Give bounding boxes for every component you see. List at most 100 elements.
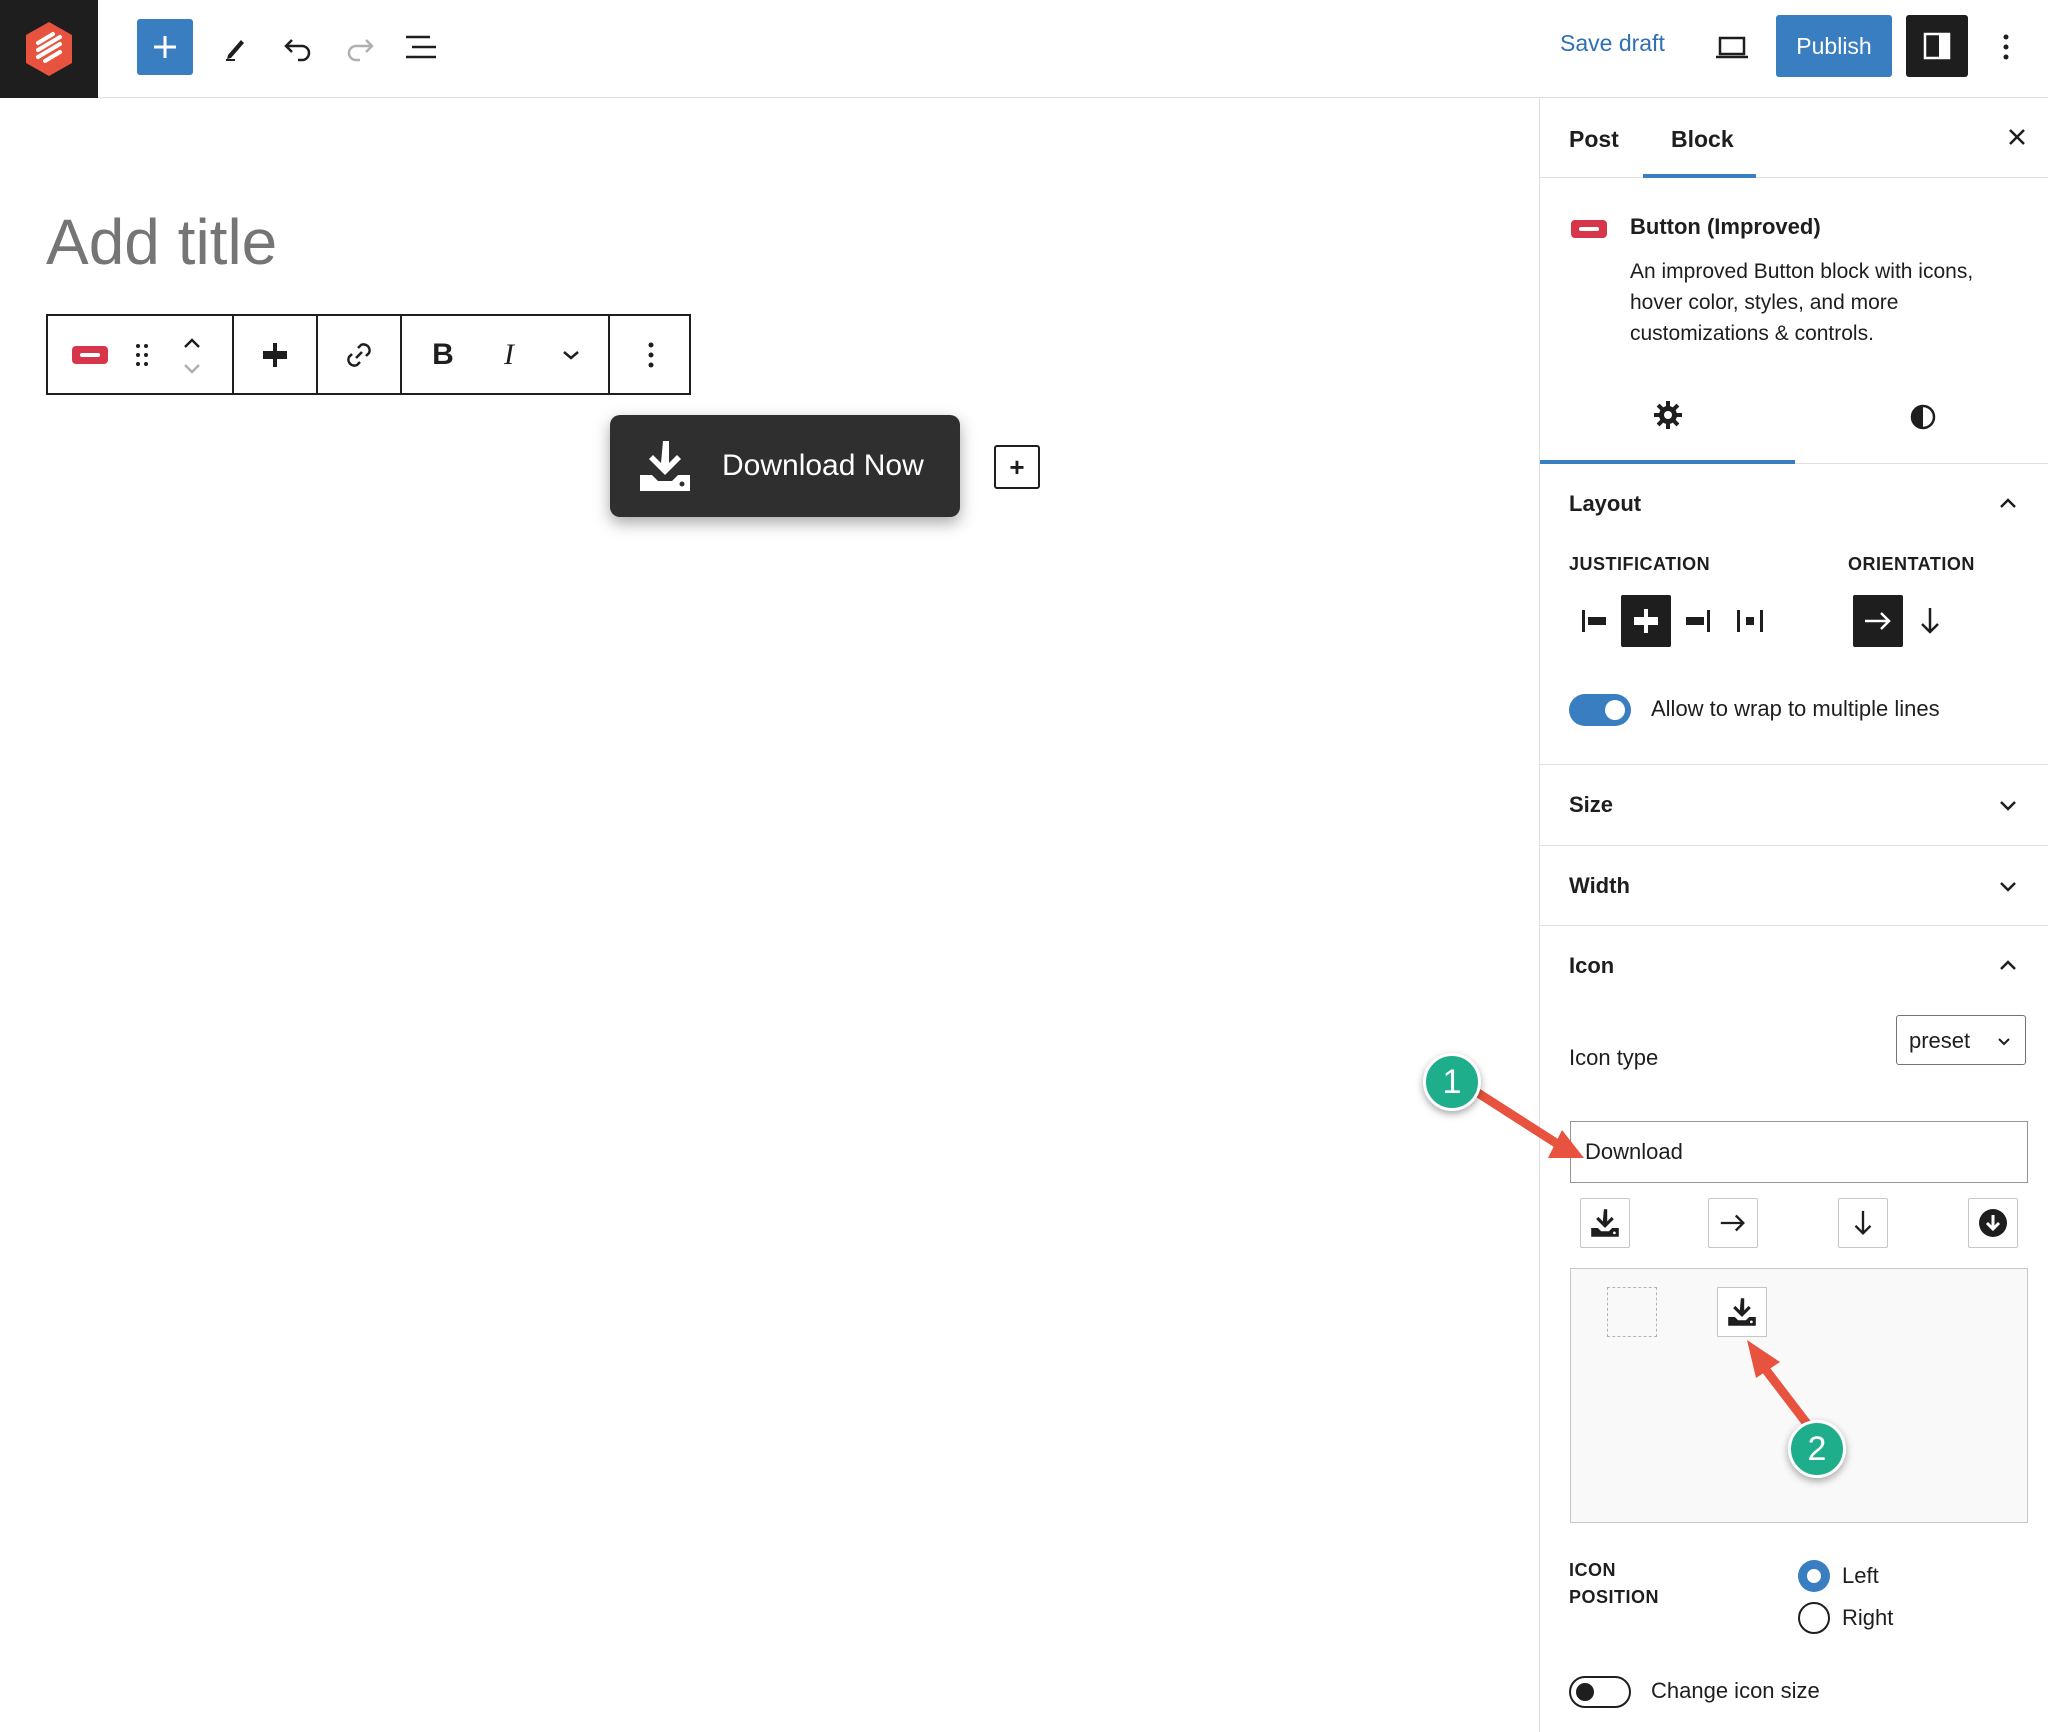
redo-button[interactable]	[332, 19, 388, 75]
block-inspector-tabs	[1540, 370, 2048, 464]
circle-arrow-down-icon	[1979, 1209, 2007, 1237]
block-appender-button[interactable]: +	[994, 445, 1040, 489]
radio-right[interactable]	[1798, 1602, 1830, 1634]
justify-left-icon	[1582, 610, 1606, 632]
move-up-down-button[interactable]	[152, 316, 232, 393]
tab-settings[interactable]	[1540, 370, 1795, 464]
icon-search-input[interactable]	[1570, 1121, 2028, 1183]
drag-handle[interactable]	[132, 316, 152, 393]
icon-panel-header[interactable]: Icon	[1540, 926, 2048, 1006]
chevron-up-icon	[1994, 490, 2022, 518]
icon-position-label-line2: POSITION	[1569, 1587, 1660, 1607]
radio-left[interactable]	[1798, 1560, 1830, 1592]
preset-icon-arrow-down[interactable]	[1838, 1198, 1888, 1248]
gear-icon	[1653, 401, 1682, 429]
selected-icons-well	[1570, 1268, 2028, 1523]
more-formatting-button[interactable]	[534, 316, 608, 393]
list-view-icon	[406, 35, 436, 59]
justification-label: JUSTIFICATION	[1569, 554, 1711, 574]
laptop-icon	[1716, 36, 1748, 59]
wrap-toggle[interactable]	[1569, 694, 1631, 726]
size-panel-header[interactable]: Size	[1540, 765, 2048, 845]
justify-space-between-button[interactable]	[1725, 595, 1775, 647]
italic-button[interactable]: I	[484, 316, 534, 393]
contrast-icon	[1910, 404, 1935, 430]
publish-button[interactable]: Publish	[1776, 15, 1892, 77]
active-tab-indicator	[1643, 174, 1756, 178]
arrow-down-icon	[1854, 1210, 1872, 1235]
button-block-icon	[1571, 220, 1607, 238]
options-menu-button[interactable]	[1978, 19, 2034, 75]
block-toolbar-group-transform	[48, 316, 234, 393]
button-block-icon	[72, 345, 108, 364]
tools-button[interactable]	[208, 19, 264, 75]
download-button-label[interactable]: Download Now	[722, 449, 924, 483]
preset-icon-circle-arrow-down[interactable]	[1968, 1198, 2018, 1248]
close-sidebar-button[interactable]	[2000, 120, 2034, 154]
undo-button[interactable]	[270, 19, 326, 75]
justify-left-button[interactable]	[1569, 595, 1619, 647]
orientation-label: ORIENTATION	[1848, 554, 1975, 574]
save-draft-button[interactable]: Save draft	[1560, 30, 1665, 57]
close-icon	[2009, 129, 2025, 145]
justify-center-button[interactable]	[1621, 595, 1671, 647]
preset-icon-arrow-right[interactable]	[1708, 1198, 1758, 1248]
settings-sidebar: Post Block Button (Improved) An improved…	[1539, 98, 2048, 1732]
pencil-icon	[226, 40, 244, 61]
layout-panel-title: Layout	[1569, 491, 1642, 516]
empty-icon-slot[interactable]	[1607, 1287, 1657, 1337]
preset-icon-download-tray[interactable]	[1580, 1198, 1630, 1248]
download-now-button[interactable]: Download Now	[610, 415, 960, 517]
icon-position-right-option[interactable]: Right	[1798, 1602, 1893, 1634]
radio-left-label: Left	[1842, 1563, 1879, 1588]
block-toolbar-group-align	[234, 316, 318, 393]
block-card-description: An improved Button block with icons, hov…	[1630, 260, 1974, 345]
block-inserter-button[interactable]	[137, 19, 193, 75]
icon-position-label-line1: ICON	[1569, 1560, 1616, 1580]
justify-right-icon	[1686, 610, 1710, 632]
annotation-badge-2: 2	[1788, 1420, 1846, 1478]
vertical-ellipsis-icon	[648, 342, 653, 367]
radio-right-label: Right	[1842, 1605, 1894, 1630]
icon-position-left-option[interactable]: Left	[1798, 1560, 1879, 1592]
block-toolbar: B I	[46, 314, 691, 395]
orientation-horizontal-button[interactable]	[1853, 595, 1903, 647]
annotation-badge-1: 1	[1423, 1053, 1481, 1111]
chevron-down-icon	[563, 350, 579, 360]
orientation-vertical-button[interactable]	[1905, 595, 1955, 647]
download-tray-icon	[1591, 1209, 1619, 1237]
width-panel-header[interactable]: Width	[1540, 846, 2048, 926]
icon-type-select[interactable]: preset	[1896, 1015, 2026, 1065]
justify-button[interactable]	[234, 316, 316, 393]
download-icon	[636, 437, 694, 495]
block-toolbar-group-link	[318, 316, 402, 393]
post-title-placeholder[interactable]: Add title	[46, 205, 277, 279]
bold-button[interactable]: B	[402, 316, 484, 393]
sidebar-icon	[1923, 32, 1951, 60]
tab-styles[interactable]	[1795, 370, 2048, 464]
preview-button[interactable]	[1704, 19, 1760, 75]
tab-block[interactable]: Block	[1671, 126, 1734, 153]
icon-type-value: preset	[1909, 1028, 1971, 1053]
selected-icon-slot[interactable]	[1717, 1287, 1767, 1337]
tab-post[interactable]: Post	[1569, 126, 1619, 153]
chevron-down-icon	[1994, 872, 2022, 900]
icon-panel-title: Icon	[1569, 953, 1615, 978]
link-button[interactable]	[318, 316, 400, 393]
justify-right-button[interactable]	[1673, 595, 1723, 647]
move-up-down-icon	[184, 337, 200, 374]
wordpress-site-logo-icon	[26, 22, 72, 76]
list-view-button[interactable]	[393, 19, 449, 75]
block-type-button[interactable]	[48, 316, 132, 393]
settings-sidebar-toggle[interactable]	[1906, 15, 1968, 77]
layout-panel-header[interactable]: Layout	[1540, 464, 2048, 544]
justify-space-between-icon	[1737, 610, 1763, 632]
sidebar-tabs: Post Block	[1540, 98, 2048, 178]
site-logo[interactable]	[0, 0, 98, 98]
justify-center-icon	[1634, 609, 1658, 633]
arrow-down-icon	[1921, 608, 1939, 634]
change-icon-size-toggle[interactable]	[1569, 1676, 1631, 1708]
plus-icon	[154, 36, 176, 58]
chevron-down-icon	[1994, 791, 2022, 819]
block-options-button[interactable]	[610, 316, 691, 393]
